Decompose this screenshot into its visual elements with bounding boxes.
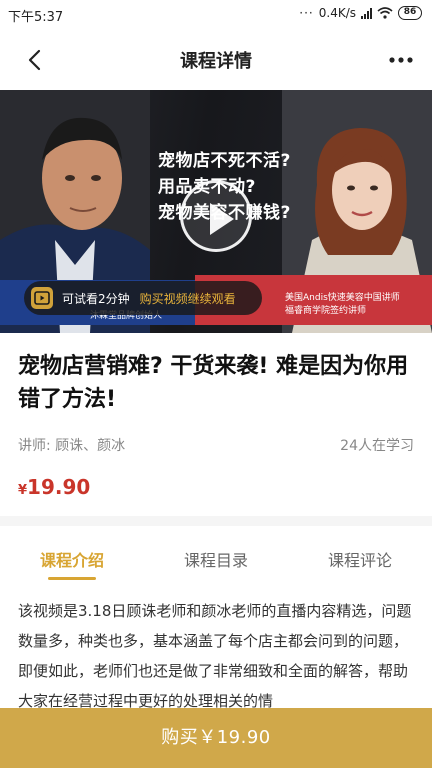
tab-course-intro[interactable]: 课程介绍	[0, 526, 144, 586]
status-time: 下午5:37	[8, 10, 64, 25]
status-indicators: ··· 0.4K/s 86	[299, 6, 422, 20]
signal-icon	[361, 7, 372, 19]
page-title: 课程详情	[180, 51, 252, 72]
section-divider	[0, 516, 432, 526]
lecturer-names: 讲师: 顾诛、颜冰	[18, 438, 126, 454]
right-lecturer-caption: 美国Andis快速美容中国讲师 福睿商学院签约讲师	[285, 292, 400, 318]
tab-course-reviews[interactable]: 课程评论	[288, 526, 432, 586]
play-icon	[210, 203, 234, 235]
notification-dots-icon: ···	[299, 6, 314, 20]
learner-count: 24人在学习	[340, 438, 414, 454]
tab-label: 课程评论	[327, 551, 392, 570]
active-tab-indicator	[48, 577, 96, 580]
more-options-icon[interactable]	[386, 46, 416, 74]
currency-symbol: ¥	[18, 483, 28, 498]
course-price: ¥19.90	[18, 475, 90, 499]
buy-to-continue-link[interactable]: 购买视频继续观看	[140, 290, 236, 307]
tab-label: 课程介绍	[39, 551, 104, 570]
right-lecturer-caption-line: 福睿商学院签约讲师	[285, 306, 367, 316]
tab-label: 课程目录	[183, 551, 248, 570]
course-video-player[interactable]: 沐霖堂品牌创始人 美国Andis快速美容中国讲师 福睿商学院签约讲师 宠物店不死…	[0, 90, 432, 333]
tab-course-catalog[interactable]: 课程目录	[144, 526, 288, 586]
headline-line: 宠物店不死不活?	[158, 151, 291, 171]
battery-icon: 86	[398, 6, 422, 20]
video-preview-icon	[31, 287, 53, 309]
course-tabs: 课程介绍 课程目录 课程评论	[0, 526, 432, 586]
price-value: 19.90	[27, 475, 91, 499]
course-title: 宠物店营销难? 干货来袭! 难是因为你用错了方法!	[18, 354, 409, 412]
play-button[interactable]	[180, 180, 252, 252]
status-bar: 下午5:37 ··· 0.4K/s 86	[0, 0, 432, 30]
trial-banner[interactable]: 可试看2分钟 购买视频继续观看	[24, 281, 262, 315]
wifi-icon	[377, 7, 393, 19]
nav-bar: 课程详情	[0, 30, 432, 90]
network-speed: 0.4K/s	[318, 6, 356, 20]
buy-button[interactable]: 购买￥19.90	[0, 708, 432, 768]
trial-duration-text: 可试看2分钟	[62, 291, 130, 306]
right-lecturer-caption-line: 美国Andis快速美容中国讲师	[285, 293, 400, 303]
course-intro-text: 该视频是3.18日顾诛老师和颜冰老师的直播内容精选，问题数量多，种类也多，基本涵…	[18, 602, 412, 710]
